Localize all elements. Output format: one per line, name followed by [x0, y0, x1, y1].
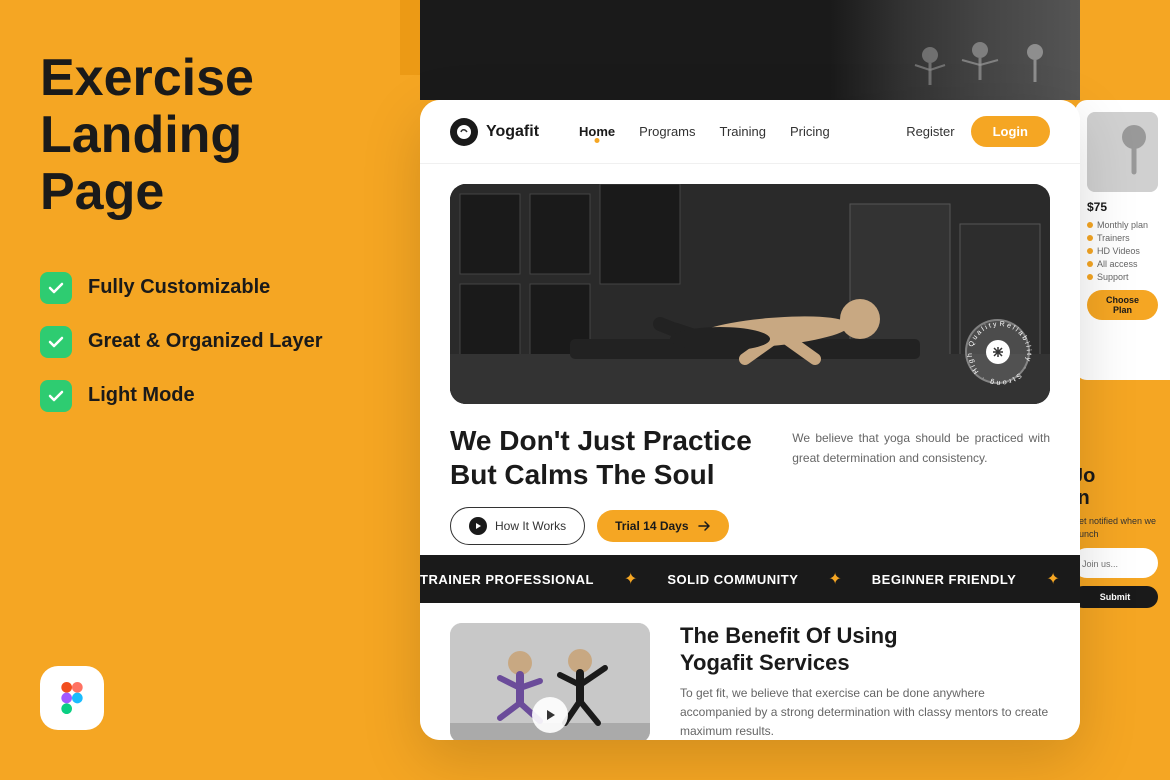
bullet-item-3: HD Videos: [1087, 246, 1158, 256]
website-card: Yogafit Home Programs Training Pricing R…: [420, 100, 1080, 740]
right-image-placeholder: [1087, 112, 1158, 192]
hero-section: Reliability · Strong · High Quality ·: [420, 164, 1080, 555]
marquee-dot-3: ✦: [1046, 569, 1059, 589]
hero-content: We Don't Just Practice But Calms The Sou…: [450, 404, 1050, 555]
join-submit-button[interactable]: Submit: [1072, 586, 1158, 608]
navbar: Yogafit Home Programs Training Pricing R…: [420, 100, 1080, 164]
login-button[interactable]: Login: [971, 116, 1050, 147]
bullet-dot: [1087, 248, 1093, 254]
register-button[interactable]: Register: [906, 124, 954, 139]
join-description: Get notified when we launch: [1072, 515, 1158, 540]
check-icon-organized: [40, 326, 72, 358]
logo-icon: [450, 118, 478, 146]
nav-link-training[interactable]: Training: [720, 124, 766, 139]
hero-actions: How It Works Trial 14 Days: [450, 507, 772, 545]
marquee-content: TRAINER PROFESSIONAL ✦ SOLID COMMUNITY ✦…: [420, 569, 1080, 589]
nav-link-home[interactable]: Home: [579, 124, 615, 139]
bullet-item-2: Trainers: [1087, 233, 1158, 243]
marquee-item-beginner: BEGINNER FRIENDLY: [872, 572, 1017, 587]
check-icon-lightmode: [40, 380, 72, 412]
price-label: $75: [1087, 200, 1158, 214]
benefit-content: The Benefit Of Using Yogafit Services To…: [680, 623, 1050, 740]
join-email-input[interactable]: [1082, 559, 1148, 569]
choose-plan-button[interactable]: Choose Plan: [1087, 290, 1158, 320]
feature-label-customizable: Fully Customizable: [88, 276, 270, 299]
nav-actions: Register Login: [906, 116, 1050, 147]
nav-link-programs[interactable]: Programs: [639, 124, 695, 139]
feature-item-organized: Great & Organized Layer: [40, 326, 380, 358]
hero-image-container: Reliability · Strong · High Quality ·: [450, 184, 1050, 404]
nav-links: Home Programs Training Pricing: [579, 124, 906, 139]
marquee-banner: TRAINER PROFESSIONAL ✦ SOLID COMMUNITY ✦…: [420, 555, 1080, 603]
nav-link-pricing[interactable]: Pricing: [790, 124, 830, 139]
hero-image-bg: [450, 184, 1050, 404]
bullet-dot: [1087, 235, 1093, 241]
bullet-item-5: Support: [1087, 272, 1158, 282]
bullet-item-1: Monthly plan: [1087, 220, 1158, 230]
feature-item-lightmode: Light Mode: [40, 380, 380, 412]
logo-text: Yogafit: [486, 123, 539, 141]
hero-title: We Don't Just Practice But Calms The Sou…: [450, 424, 772, 491]
right-price-panel: $75 Monthly plan Trainers HD Videos All …: [1075, 100, 1170, 380]
feature-item-customizable: Fully Customizable: [40, 272, 380, 304]
bullet-item-4: All access: [1087, 259, 1158, 269]
top-dark-strip: Discover Other Types Of Yoga: [420, 0, 1080, 100]
feature-label-lightmode: Light Mode: [88, 384, 195, 407]
play-icon: [469, 517, 487, 535]
spin-badge: Reliability · Strong · High Quality ·: [965, 319, 1030, 384]
logo-area: Yogafit: [450, 118, 539, 146]
marquee-dot-2: ✦: [828, 569, 841, 589]
benefit-title: The Benefit Of Using Yogafit Services: [680, 623, 1050, 676]
bullet-list: Monthly plan Trainers HD Videos All acce…: [1087, 220, 1158, 282]
yoga-persons-bg: [830, 0, 1080, 100]
benefit-play-button[interactable]: [532, 697, 568, 733]
bullet-dot: [1087, 274, 1093, 280]
bullet-dot: [1087, 222, 1093, 228]
benefit-image: [450, 623, 650, 740]
features-list: Fully Customizable Great & Organized Lay…: [40, 272, 380, 412]
hero-headline: We Don't Just Practice But Calms The Sou…: [450, 424, 772, 545]
trial-button[interactable]: Trial 14 Days: [597, 510, 728, 542]
benefit-description: To get fit, we believe that exercise can…: [680, 684, 1050, 740]
marquee-dot-1: ✦: [624, 569, 637, 589]
hero-description: We believe that yoga should be practiced…: [792, 424, 1050, 469]
left-panel: Exercise Landing Page Fully Customizable…: [0, 0, 420, 780]
check-icon-customizable: [40, 272, 72, 304]
marquee-item-community: SOLID COMMUNITY: [667, 572, 798, 587]
benefit-section: The Benefit Of Using Yogafit Services To…: [420, 603, 1080, 740]
figma-badge: [40, 666, 104, 730]
join-input-container: [1072, 548, 1158, 578]
marquee-item-trainer: TRAINER PROFESSIONAL: [420, 572, 594, 587]
feature-label-organized: Great & Organized Layer: [88, 330, 323, 353]
join-title: Join: [1072, 465, 1158, 509]
how-it-works-button[interactable]: How It Works: [450, 507, 585, 545]
bullet-dot: [1087, 261, 1093, 267]
svg-text:Reliability · Strong · High Qu: Reliability · Strong · High Quality ·: [967, 321, 1032, 386]
